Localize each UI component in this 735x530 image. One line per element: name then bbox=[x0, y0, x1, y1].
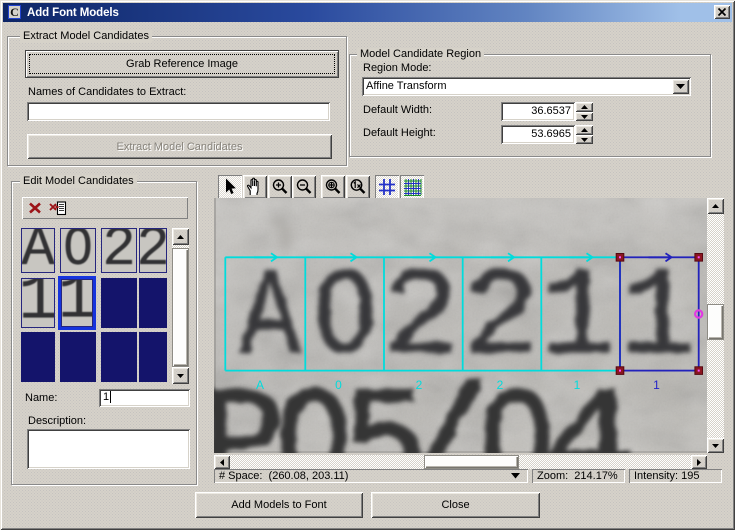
svg-text:A: A bbox=[256, 378, 264, 392]
svg-text:4: 4 bbox=[543, 366, 637, 453]
svg-text:2: 2 bbox=[416, 378, 423, 392]
svg-text:1: 1 bbox=[574, 378, 581, 392]
svg-text:P: P bbox=[214, 366, 286, 453]
svg-text:2: 2 bbox=[497, 378, 504, 392]
svg-text:0: 0 bbox=[335, 378, 342, 392]
svg-text:1: 1 bbox=[653, 378, 660, 392]
